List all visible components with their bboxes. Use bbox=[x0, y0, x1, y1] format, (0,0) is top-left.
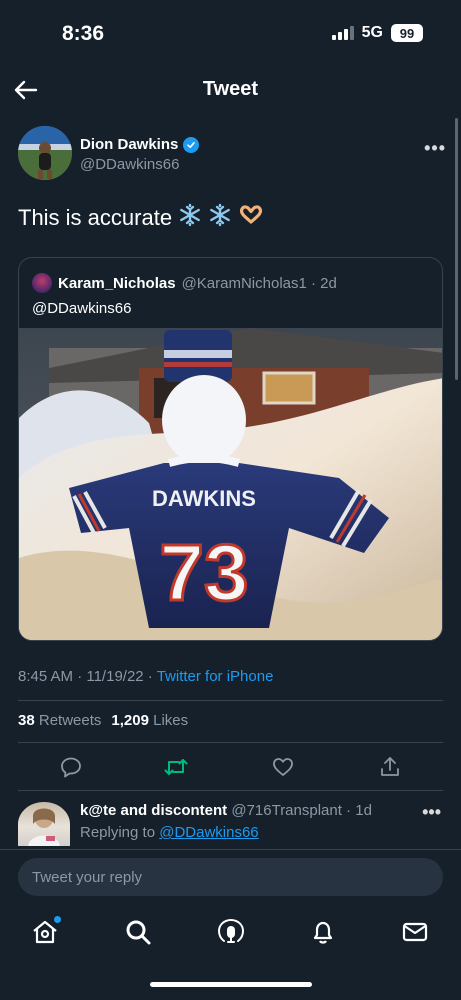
reply-more-options-icon[interactable]: ••• bbox=[422, 802, 441, 823]
verified-badge-icon bbox=[183, 136, 200, 153]
reply-author-name: k@te and discontent bbox=[80, 802, 228, 819]
snowflake-icon bbox=[178, 203, 202, 233]
reply-author-avatar[interactable] bbox=[18, 802, 70, 846]
reply-input[interactable] bbox=[18, 858, 443, 896]
quoted-tweet[interactable]: Karam_Nicholas @KaramNicholas1 · 2d @DDa… bbox=[18, 257, 443, 641]
tab-bar bbox=[0, 906, 461, 1000]
tab-notifications[interactable] bbox=[307, 918, 339, 950]
author-avatar[interactable] bbox=[18, 126, 72, 180]
status-indicators: 5G 99 bbox=[331, 24, 423, 42]
quoted-author-name: Karam_Nicholas bbox=[58, 274, 176, 292]
quoted-tweet-photo[interactable]: DAWKINS 73 bbox=[19, 328, 442, 640]
reply-author-handle: @716Transplant · 1d bbox=[231, 802, 372, 819]
tweet-text: This is accurate bbox=[18, 203, 264, 233]
home-indicator[interactable] bbox=[150, 982, 312, 987]
tweet-timestamp: 8:45 AM · 11/19/22 · bbox=[18, 668, 157, 685]
replying-to-label: Replying to bbox=[80, 824, 156, 841]
reply-icon[interactable] bbox=[56, 752, 86, 782]
jersey-number: 73 bbox=[160, 528, 249, 617]
replying-to-handle-link[interactable]: @DDawkins66 bbox=[159, 824, 258, 841]
retweets-label: Retweets bbox=[38, 712, 102, 729]
tweet-text-body: This is accurate bbox=[18, 205, 173, 230]
retweets-stat[interactable]: 38 Retweets bbox=[18, 712, 101, 729]
status-time: 8:36 bbox=[62, 22, 105, 45]
author-handle[interactable]: @DDawkins66 bbox=[80, 156, 179, 173]
tab-search[interactable] bbox=[122, 918, 154, 950]
quoted-tweet-header: Karam_Nicholas @KaramNicholas1 · 2d bbox=[32, 273, 337, 293]
tab-home[interactable] bbox=[29, 916, 61, 950]
status-bar: 8:36 5G 99 bbox=[0, 0, 461, 64]
battery-icon: 99 bbox=[391, 24, 423, 42]
author-name-text: Dion Dawkins bbox=[80, 136, 179, 153]
signal-icon bbox=[331, 26, 354, 40]
tweet-source-link[interactable]: Twitter for iPhone bbox=[157, 668, 274, 685]
author-name[interactable]: Dion Dawkins bbox=[80, 136, 200, 153]
divider bbox=[18, 700, 443, 701]
page-title: Tweet bbox=[202, 78, 259, 100]
replying-to: Replying to @DDawkins66 bbox=[80, 824, 259, 841]
like-icon[interactable] bbox=[268, 752, 298, 782]
search-icon bbox=[124, 918, 152, 951]
tweet-author: Dion Dawkins @DDawkins66 ••• bbox=[18, 126, 448, 182]
reply-header[interactable]: k@te and discontent @716Transplant · 1d bbox=[80, 802, 372, 819]
header: Tweet bbox=[0, 70, 461, 110]
tweet-meta: 8:45 AM · 11/19/22 · Twitter for iPhone bbox=[18, 668, 273, 685]
likes-label: Likes bbox=[153, 712, 189, 729]
tab-spaces[interactable] bbox=[215, 918, 247, 950]
heart-hands-icon bbox=[238, 203, 264, 233]
tweet-actions bbox=[18, 752, 443, 782]
spaces-icon bbox=[216, 917, 246, 952]
scrollbar[interactable] bbox=[455, 118, 458, 380]
tweet-stats: 38 Retweets 1,209 Likes bbox=[18, 712, 188, 729]
notification-dot bbox=[54, 916, 61, 923]
notifications-icon bbox=[309, 918, 337, 951]
tab-messages[interactable] bbox=[399, 918, 431, 950]
jersey-name: DAWKINS bbox=[152, 486, 256, 511]
retweet-icon[interactable] bbox=[161, 752, 191, 782]
quoted-author-handle: @KaramNicholas1 · 2d bbox=[181, 274, 337, 292]
reply-composer bbox=[0, 849, 461, 905]
likes-count: 1,209 bbox=[111, 712, 149, 729]
messages-icon bbox=[401, 918, 429, 951]
share-icon[interactable] bbox=[375, 752, 405, 782]
divider bbox=[18, 742, 443, 743]
quoted-author-avatar bbox=[32, 273, 52, 293]
snowflake-icon bbox=[208, 203, 232, 233]
more-options-icon[interactable]: ••• bbox=[424, 138, 446, 159]
divider bbox=[18, 790, 443, 791]
likes-stat[interactable]: 1,209 Likes bbox=[111, 712, 188, 729]
retweets-count: 38 bbox=[18, 712, 35, 729]
quoted-tweet-text: @DDawkins66 bbox=[32, 300, 132, 317]
network-label: 5G bbox=[361, 24, 383, 41]
